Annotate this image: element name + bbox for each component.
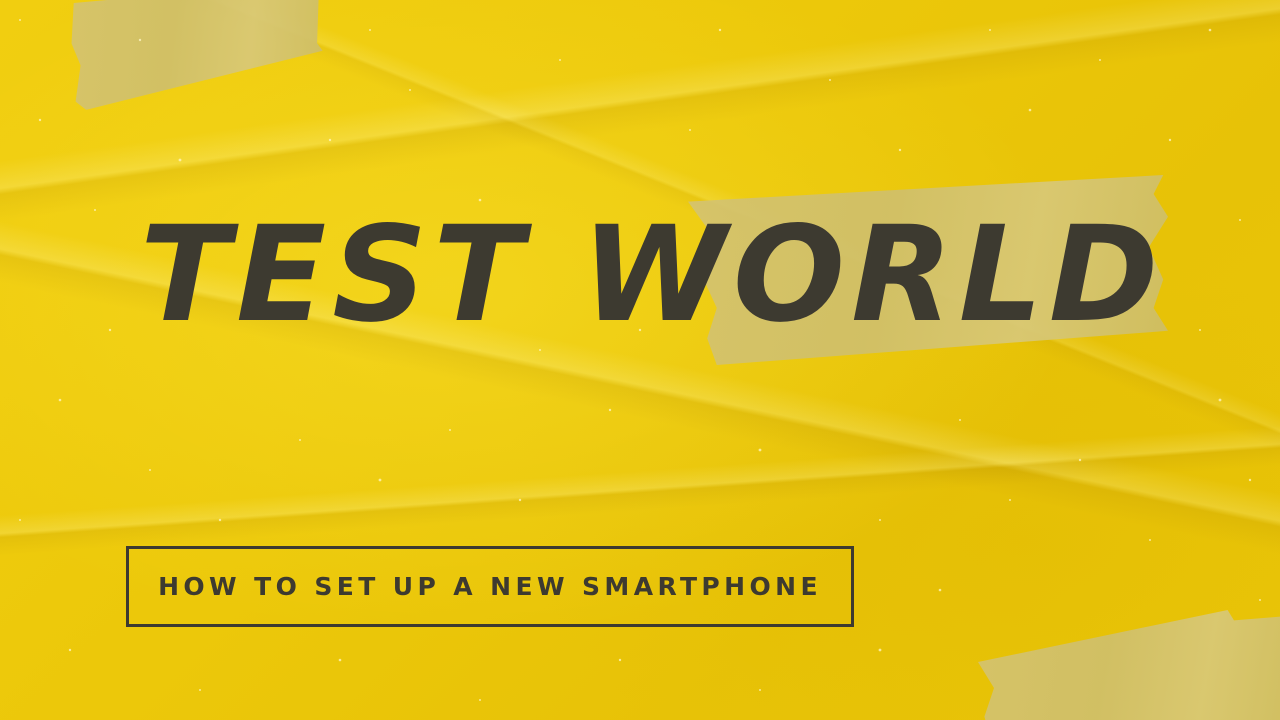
subtitle-frame: HOW TO SET UP A NEW SMARTPHONE — [126, 546, 854, 627]
poster-canvas: TEST WORLD HOW TO SET UP A NEW SMARTPHON… — [0, 0, 1280, 720]
poster-title: TEST WORLD — [140, 198, 1165, 352]
poster-subtitle: HOW TO SET UP A NEW SMARTPHONE — [158, 572, 822, 601]
